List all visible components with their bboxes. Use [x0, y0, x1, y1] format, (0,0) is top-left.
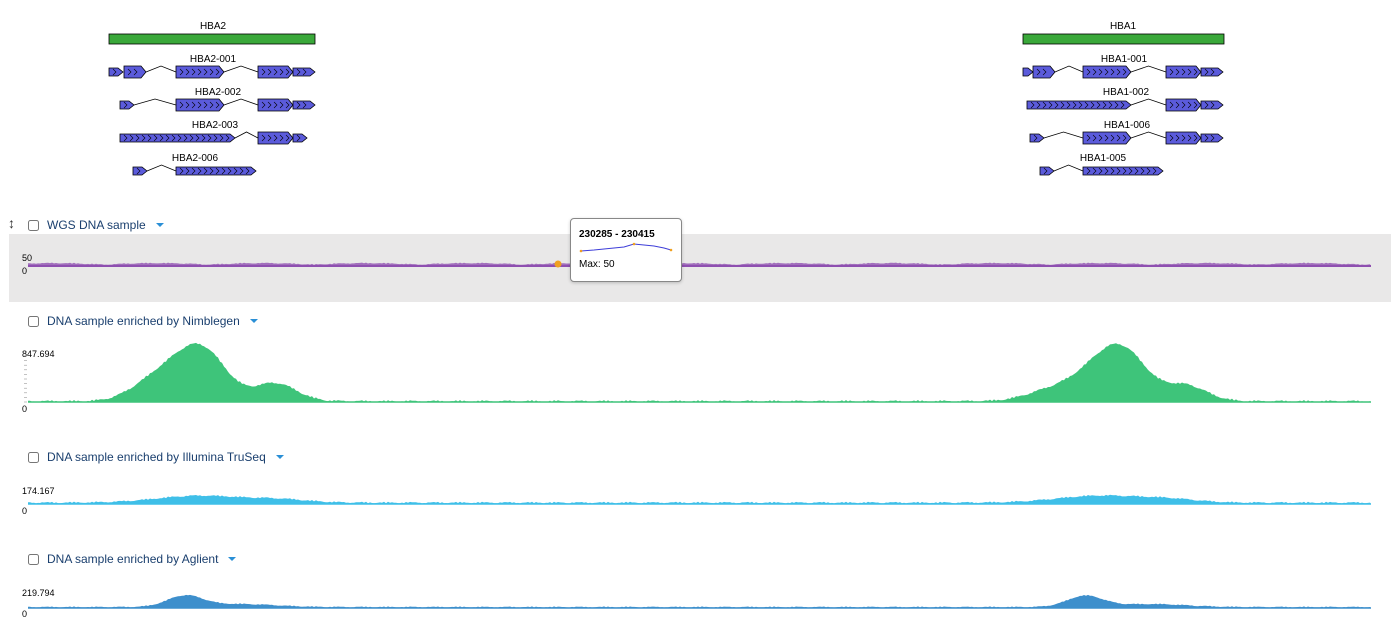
- coverage-plot-illumina[interactable]: [0, 480, 1391, 510]
- transcript-label: HBA1-006: [1103, 120, 1151, 131]
- track-header-illumina: DNA sample enriched by Illumina TruSeq: [28, 450, 284, 464]
- track-header-aglient: DNA sample enriched by Aglient: [28, 552, 237, 566]
- transcript-label: HBA2-002: [194, 87, 242, 98]
- dropdown-caret-icon[interactable]: [249, 319, 258, 323]
- exon[interactable]: [257, 131, 294, 145]
- track-header-nimblegen: DNA sample enriched by Nimblegen: [28, 314, 258, 328]
- transcript-label: HBA1-001: [1100, 54, 1148, 65]
- exon[interactable]: [1165, 98, 1202, 112]
- dropdown-caret-icon[interactable]: [155, 223, 164, 227]
- exon[interactable]: [119, 133, 236, 143]
- exon[interactable]: [257, 98, 294, 112]
- gene-bar-hba2[interactable]: [108, 33, 316, 45]
- exon[interactable]: [1200, 67, 1224, 77]
- coverage-plot-wgs[interactable]: [0, 234, 1391, 302]
- transcript-label: HBA2-006: [171, 153, 219, 164]
- track-checkbox-aglient[interactable]: [28, 553, 39, 565]
- transcript-label: HBA2-003: [191, 120, 239, 131]
- exon[interactable]: [1165, 131, 1202, 145]
- exon[interactable]: [257, 65, 294, 79]
- resize-handle-icon[interactable]: ↕: [8, 215, 15, 231]
- gene-label-hba2: HBA2: [199, 21, 227, 32]
- exon[interactable]: [123, 65, 147, 79]
- gene-bar-hba1[interactable]: [1022, 33, 1225, 45]
- transcript-label: HBA2-001: [189, 54, 237, 65]
- transcript-label: HBA1-005: [1079, 153, 1127, 164]
- tooltip-range: 230285 - 230415: [579, 229, 655, 240]
- track-title-wgs[interactable]: WGS DNA sample: [47, 218, 146, 232]
- transcript-label: HBA1-002: [1102, 87, 1150, 98]
- coverage-plot-nimblegen[interactable]: [0, 340, 1391, 410]
- exon[interactable]: [292, 67, 316, 77]
- exon[interactable]: [1165, 65, 1202, 79]
- exon[interactable]: [1032, 65, 1056, 79]
- transcript-group: [108, 65, 1224, 176]
- exon[interactable]: [1200, 133, 1224, 143]
- dropdown-caret-icon[interactable]: [275, 455, 284, 459]
- exon[interactable]: [292, 100, 316, 110]
- track-title-aglient[interactable]: DNA sample enriched by Aglient: [47, 552, 218, 566]
- coverage-plot-aglient[interactable]: [0, 584, 1391, 614]
- track-checkbox-wgs[interactable]: [28, 219, 39, 231]
- exon[interactable]: [1022, 67, 1034, 77]
- track-header-wgs: WGS DNA sample: [28, 218, 164, 232]
- gene-label-hba1: HBA1: [1109, 21, 1137, 32]
- hover-point: [554, 260, 562, 268]
- exon[interactable]: [1200, 100, 1224, 110]
- track-checkbox-nimblegen[interactable]: [28, 315, 39, 327]
- track-checkbox-illumina[interactable]: [28, 451, 39, 463]
- tooltip-sparkline: [579, 242, 673, 253]
- coverage-tooltip: 230285 - 230415 Max: 50: [570, 218, 682, 282]
- dropdown-caret-icon[interactable]: [228, 557, 237, 561]
- track-title-nimblegen[interactable]: DNA sample enriched by Nimblegen: [47, 314, 240, 328]
- tooltip-max: Max: 50: [579, 259, 615, 270]
- track-title-illumina[interactable]: DNA sample enriched by Illumina TruSeq: [47, 450, 266, 464]
